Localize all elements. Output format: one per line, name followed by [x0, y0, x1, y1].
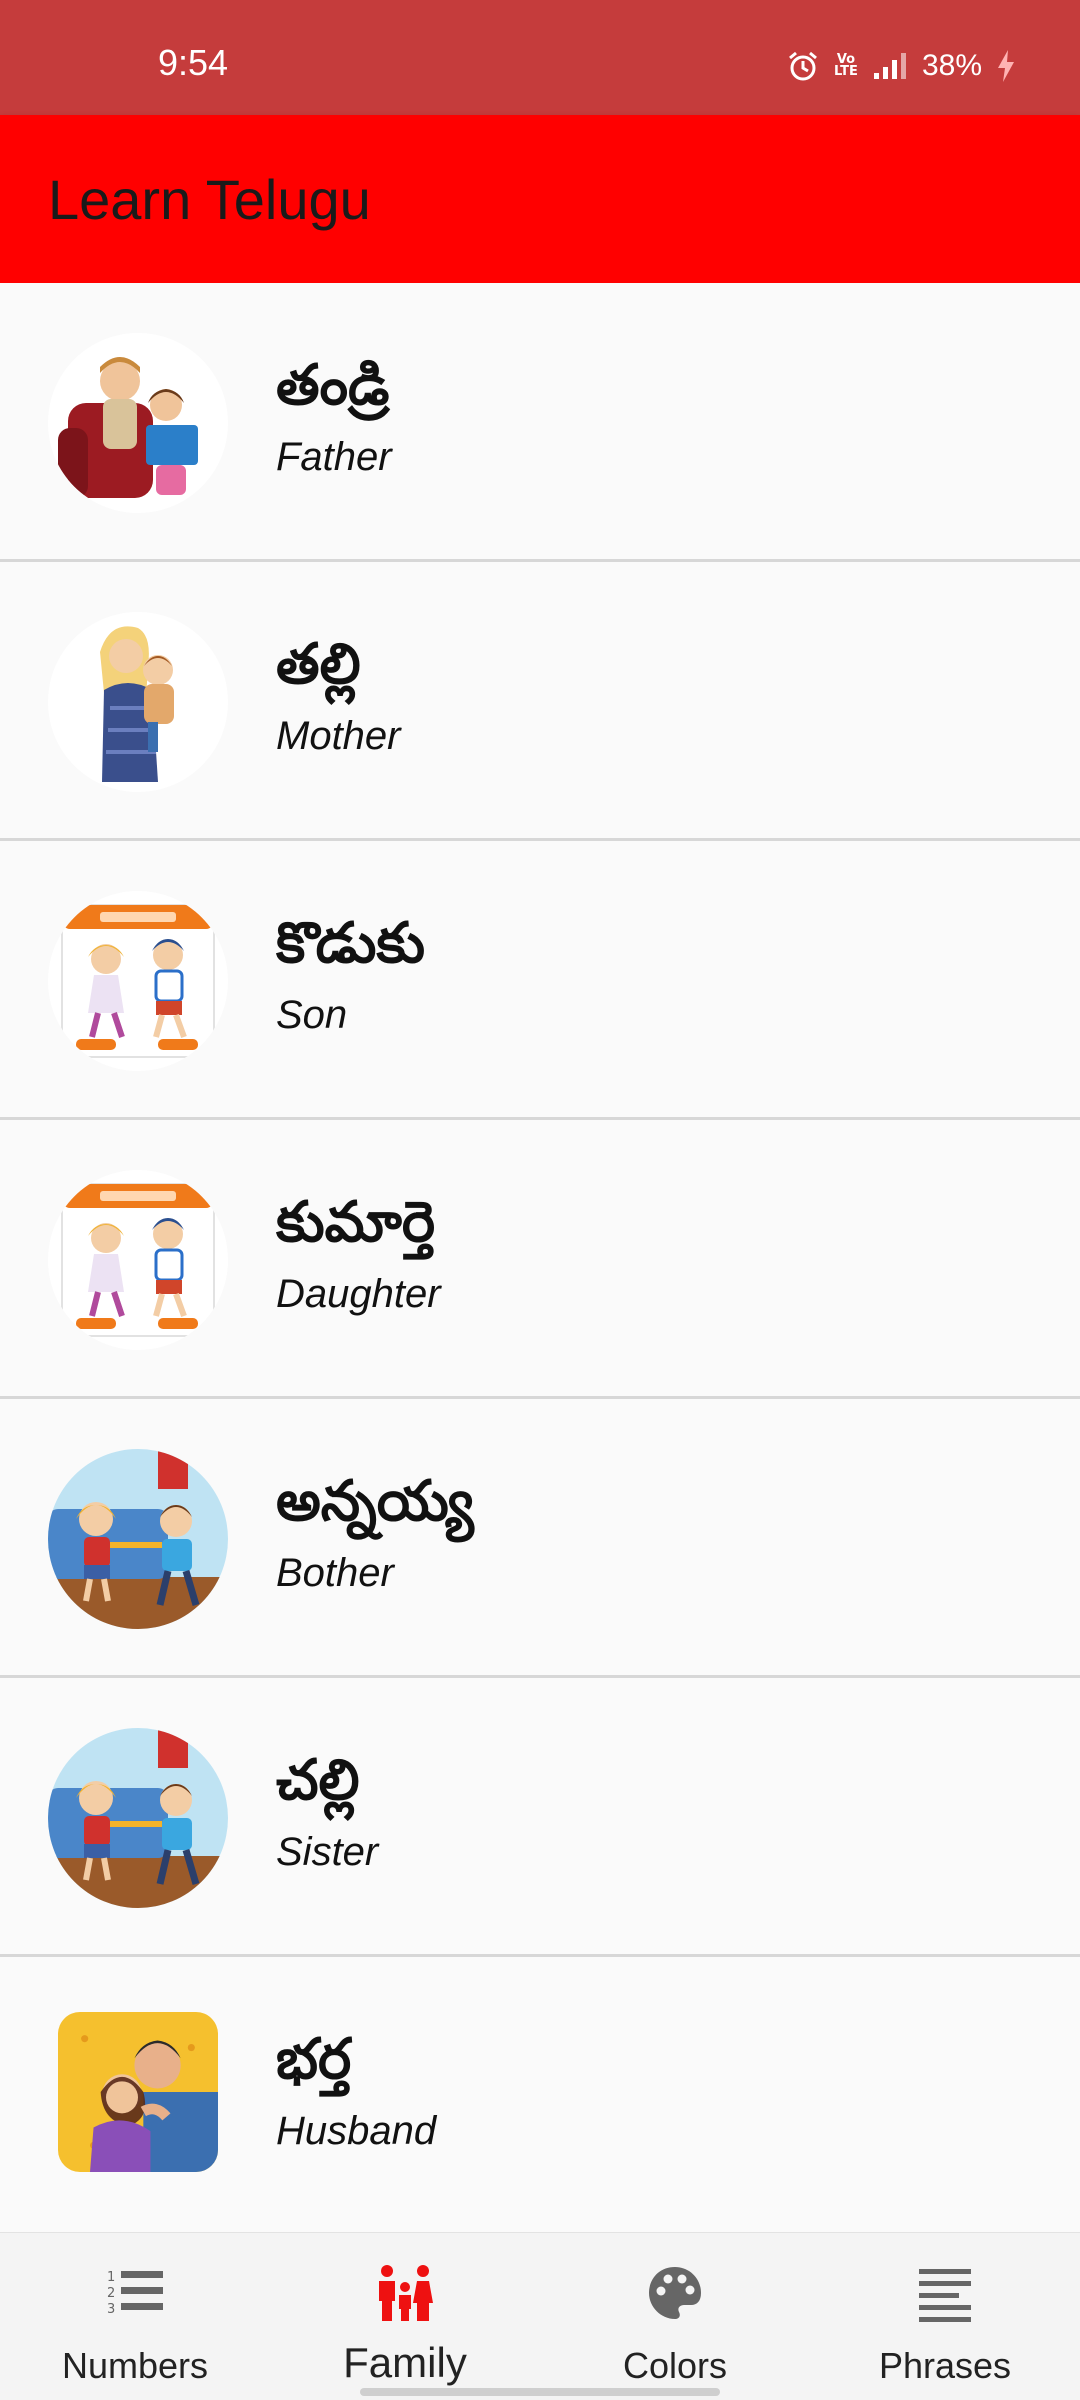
siblings-playing-image — [48, 1449, 228, 1629]
family-icon — [379, 2265, 433, 2321]
list-item-husband[interactable]: భర్త Husband — [0, 1957, 1080, 2236]
svg-text:1: 1 — [107, 2270, 115, 2285]
nav-numbers[interactable]: 1 2 3 Numbers — [0, 2233, 270, 2400]
lines-icon — [919, 2269, 971, 2322]
app-title: Learn Telugu — [48, 168, 371, 231]
english-word: Son — [276, 993, 348, 1037]
status-bar: 9:54 Vo LTE 38% — [0, 0, 1080, 115]
english-word: Mother — [276, 714, 401, 758]
list-item-sister[interactable]: చల్లి Sister — [0, 1678, 1080, 1957]
nav-label: Family — [343, 2339, 467, 2386]
nav-phrases[interactable]: Phrases — [810, 2233, 1080, 2400]
telugu-word: కుమార్తె — [276, 1190, 436, 1255]
father-reading-with-child-image — [48, 333, 228, 513]
status-icons: Vo LTE 38% — [786, 46, 1016, 86]
telugu-word: చల్లి — [276, 1748, 360, 1813]
list-item-mother[interactable]: తల్లి Mother — [0, 562, 1080, 841]
telugu-word: భర్త — [276, 2027, 352, 2092]
volte-icon: Vo LTE — [834, 52, 858, 79]
husband-and-wife-image — [58, 2012, 218, 2172]
alarm-icon — [788, 51, 817, 81]
charging-icon — [998, 50, 1014, 82]
family-word-list: తండ్రి Father తల్లి Mother కొడుకు Son కు… — [0, 283, 1080, 2236]
list-item-daughter[interactable]: కుమార్తె Daughter — [0, 1120, 1080, 1399]
english-word: Husband — [276, 2109, 437, 2153]
opposites-daughter-son-card-image — [48, 1170, 228, 1350]
telugu-word: తండ్రి — [276, 353, 390, 418]
svg-text:3: 3 — [107, 2302, 115, 2317]
nav-label: Phrases — [878, 2345, 1012, 2386]
telugu-word: అన్నయ్య — [276, 1469, 474, 1534]
english-word: Sister — [276, 1830, 379, 1874]
opposites-daughter-son-card-image — [48, 891, 228, 1071]
siblings-playing-image — [48, 1728, 228, 1908]
nav-colors[interactable]: Colors — [540, 2233, 810, 2400]
svg-text:2: 2 — [107, 2286, 115, 2301]
mother-holding-child-image — [48, 612, 228, 792]
nav-label: Numbers — [61, 2345, 209, 2386]
english-word: Father — [276, 435, 392, 479]
home-indicator[interactable] — [360, 2388, 720, 2396]
english-word: Bother — [276, 1551, 394, 1595]
battery-percent: 38% — [921, 49, 982, 82]
english-word: Daughter — [276, 1272, 441, 1316]
nav-family[interactable]: Family — [270, 2233, 540, 2400]
numbered-list-icon: 1 2 3 — [107, 2270, 163, 2317]
nav-label: Colors — [622, 2345, 728, 2386]
list-item-son[interactable]: కొడుకు Son — [0, 841, 1080, 1120]
palette-icon — [649, 2267, 701, 2319]
telugu-word: తల్లి — [276, 632, 361, 697]
telugu-word: కొడుకు — [276, 911, 426, 976]
list-item-brother[interactable]: అన్నయ్య Bother — [0, 1399, 1080, 1678]
list-item-father[interactable]: తండ్రి Father — [0, 283, 1080, 562]
bottom-navigation: 1 2 3 Numbers Family Colors Phrases — [0, 2232, 1080, 2400]
signal-icon — [873, 53, 906, 79]
app-bar: Learn Telugu — [0, 115, 1080, 283]
status-time: 9:54 — [158, 42, 229, 83]
